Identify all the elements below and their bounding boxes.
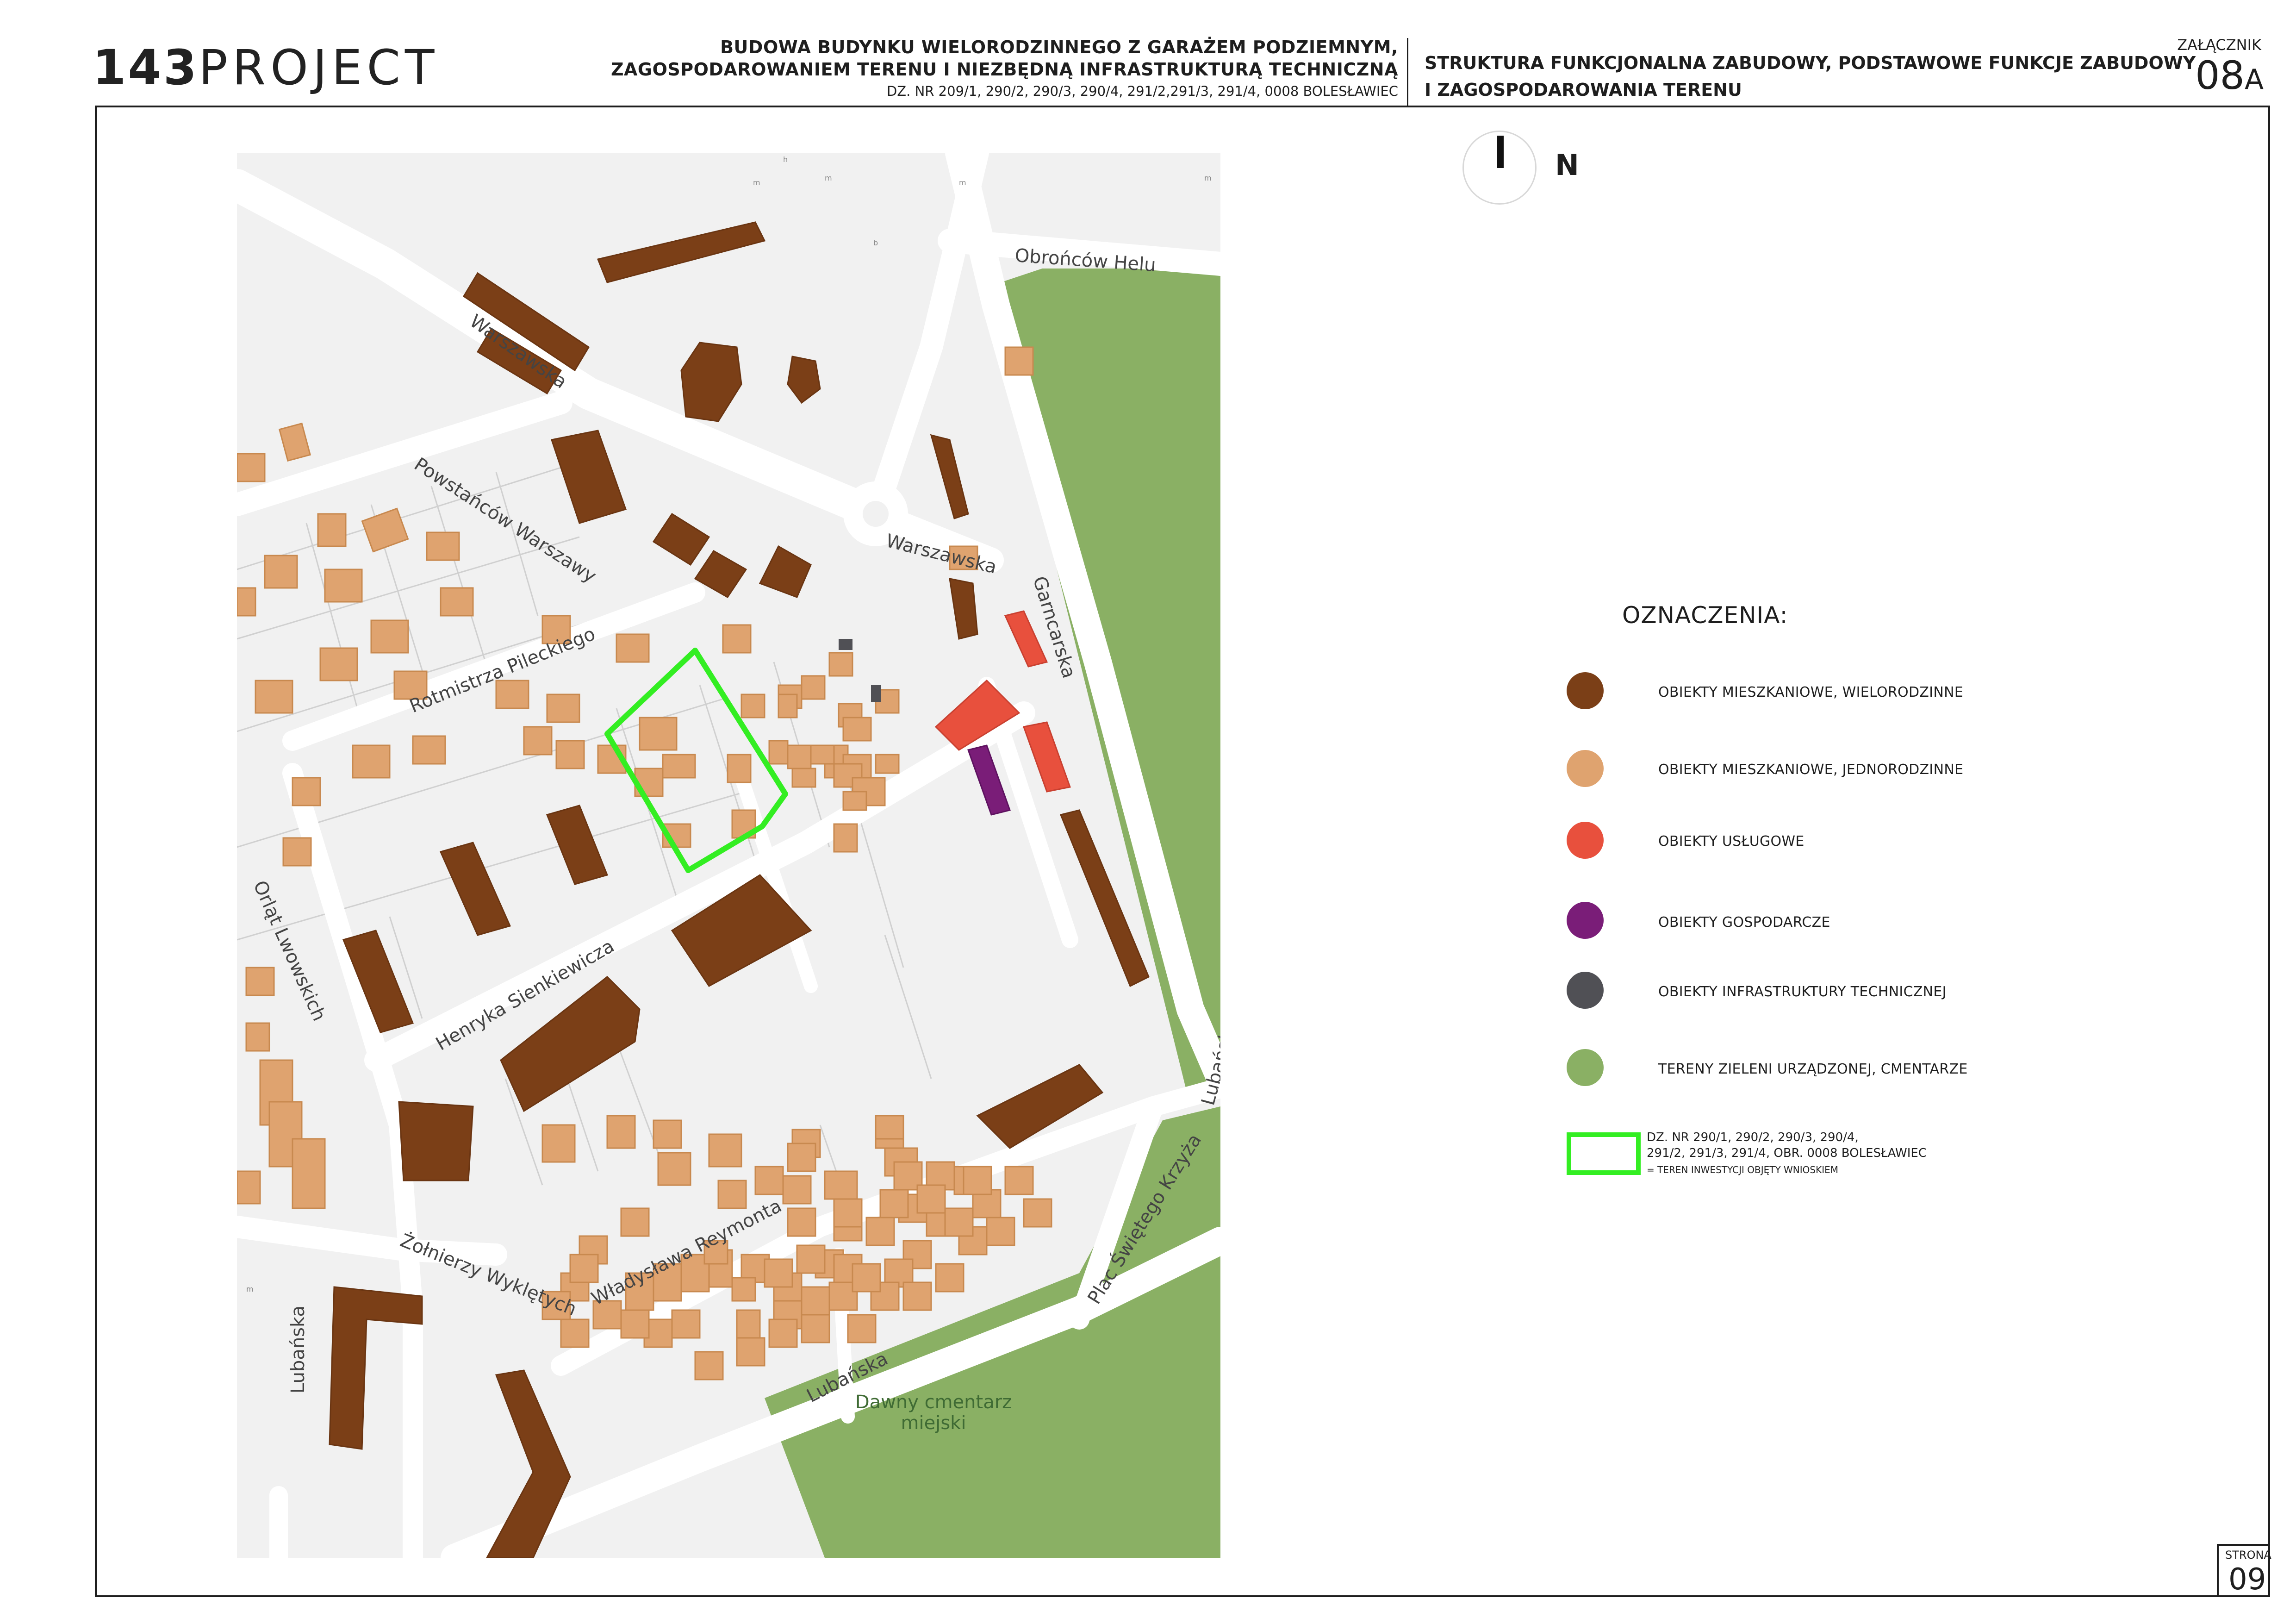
header-divider (1407, 38, 1408, 106)
north-arrow (1462, 131, 1537, 205)
svg-text:miejski: miejski (901, 1412, 966, 1434)
logo-word: PROJECT (199, 39, 439, 96)
attachment-number-main: 08 (2195, 53, 2245, 98)
project-plots: DZ. NR 209/1, 290/2, 290/3, 290/4, 291/2… (886, 83, 1398, 99)
attachment-suffix: A (2244, 63, 2264, 96)
attachment-label: ZAŁĄCZNIK (2177, 36, 2261, 54)
sheet-title-line1: STRUKTURA FUNKCJONALNA ZABUDOWY, PODSTAW… (1425, 53, 2196, 73)
svg-text:m: m (753, 178, 760, 187)
roundabout-island (863, 501, 889, 527)
svg-text:b: b (873, 238, 878, 247)
legend-label-green: TERENY ZIELENI URZĄDZONEJ, CMENTARZE (1658, 1061, 1968, 1077)
svg-text:m: m (1204, 174, 1212, 182)
project-title-line2: ZAGOSPODAROWANIEM TERENU I NIEZBĘDNĄ INF… (610, 59, 1398, 80)
company-logo: 143PROJECT (93, 39, 439, 96)
svg-text:Dawny cmentarz: Dawny cmentarz (855, 1392, 1012, 1413)
legend-investment-line1: DZ. NR 290/1, 290/2, 290/3, 290/4, (1647, 1131, 1859, 1144)
sheet-title-line2: I ZAGOSPODAROWANIA TERENU (1425, 80, 1742, 100)
legend-investment-line3: = TEREN INWESTYCJI OBJĘTY WNIOSKIEM (1647, 1164, 1839, 1175)
legend-swatch-single-family (1567, 750, 1604, 787)
svg-text:m: m (959, 178, 966, 187)
legend-swatch-infrastructure (1567, 972, 1604, 1009)
legend-label-services: OBIEKTY USŁUGOWE (1658, 833, 1804, 849)
page-number: 09 (2228, 1562, 2266, 1597)
legend-title: OZNACZENIA: (1622, 602, 1788, 629)
attachment-number: 08A (2195, 53, 2264, 98)
legend-label-single-family: OBIEKTY MIESZKANIOWE, JEDNORODZINNE (1658, 762, 1964, 778)
legend-label-infrastructure: OBIEKTY INFRASTRUKTURY TECHNICZNEJ (1658, 984, 1947, 1000)
svg-text:m: m (246, 1285, 254, 1293)
site-map[interactable]: h m m b m m m Obrońców Helu Warszawska P… (237, 153, 1220, 1558)
legend-label-utility: OBIEKTY GOSPODARCZE (1658, 914, 1830, 931)
legend-swatch-green (1567, 1049, 1604, 1086)
street-label: Lubańska (287, 1305, 309, 1393)
svg-text:m: m (825, 174, 832, 182)
logo-number: 143 (93, 39, 199, 96)
legend-label-multi-family: OBIEKTY MIESZKANIOWE, WIELORODZINNE (1658, 684, 1964, 700)
project-title-line1: BUDOWA BUDYNKU WIELORODZINNEGO Z GARAŻEM… (720, 37, 1398, 57)
legend-swatch-investment-area (1567, 1132, 1641, 1175)
legend-swatch-utility (1567, 902, 1604, 939)
legend-swatch-multi-family (1567, 672, 1604, 709)
page-label: STRONA (2225, 1549, 2271, 1562)
svg-text:h: h (783, 155, 788, 164)
north-needle-icon (1497, 136, 1504, 168)
legend-investment-line2: 291/2, 291/3, 291/4, OBR. 0008 BOLESŁAWI… (1647, 1146, 1927, 1160)
legend-swatch-services (1567, 822, 1604, 859)
north-label: N (1555, 148, 1579, 182)
